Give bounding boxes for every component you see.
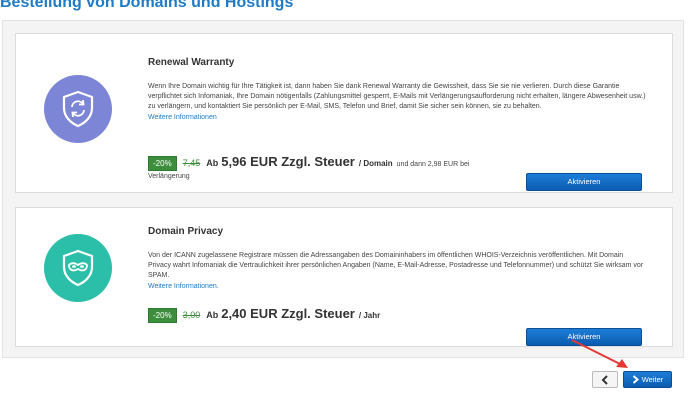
card-title: Domain Privacy [148, 226, 224, 237]
renewal-warranty-card: Renewal Warranty Wenn Ihre Domain wichti… [15, 33, 673, 193]
next-button[interactable]: Weiter [623, 371, 672, 388]
annotation-arrow-icon [571, 339, 628, 368]
chevron-left-icon [601, 374, 608, 385]
back-button[interactable] [592, 371, 618, 388]
card-description: Von der ICANN zugelassene Registrare müs… [148, 251, 648, 292]
price-row: -20% 3,00 Ab 2,40 EUR Zzgl. Steuer / Jah… [148, 306, 384, 323]
new-price: 2,40 EUR Zzgl. Steuer [221, 306, 355, 321]
discount-badge: -20% [148, 308, 177, 323]
old-price: 7,45 [182, 158, 201, 168]
renewal-note-2: Verlängerung [148, 173, 190, 180]
description-text: Wenn Ihre Domain wichtig für Ihre Tätigk… [148, 83, 646, 111]
options-panel: Renewal Warranty Wenn Ihre Domain wichti… [2, 20, 684, 358]
old-price: 3,00 [182, 310, 201, 320]
next-button-label: Weiter [641, 375, 664, 384]
renewal-note: und dann 2,98 EUR bei [396, 161, 470, 168]
price-prefix: Ab [206, 158, 219, 168]
price-unit: / Domain [358, 159, 393, 168]
shield-refresh-icon [44, 75, 112, 143]
price-prefix: Ab [206, 310, 219, 320]
more-info-link[interactable]: Weitere Informationen [148, 114, 217, 121]
more-info-link[interactable]: Weitere Informationen. [148, 283, 219, 290]
price-unit: / Jahr [358, 311, 381, 320]
chevron-right-icon [632, 375, 639, 384]
page-title: Bestellung von Domains und Hostings [0, 0, 294, 11]
shield-mask-icon [44, 234, 112, 302]
domain-privacy-card: Domain Privacy Von der ICANN zugelassene… [15, 207, 673, 347]
description-text: Von der ICANN zugelassene Registrare müs… [148, 252, 644, 280]
new-price: 5,96 EUR Zzgl. Steuer [221, 154, 355, 169]
discount-badge: -20% [148, 156, 177, 171]
price-row: -20% 7,45 Ab 5,96 EUR Zzgl. Steuer / Dom… [148, 154, 508, 180]
card-description: Wenn Ihre Domain wichtig für Ihre Tätigk… [148, 82, 648, 123]
card-title: Renewal Warranty [148, 57, 235, 68]
activate-renewal-warranty-button[interactable]: Aktivieren [526, 173, 642, 191]
